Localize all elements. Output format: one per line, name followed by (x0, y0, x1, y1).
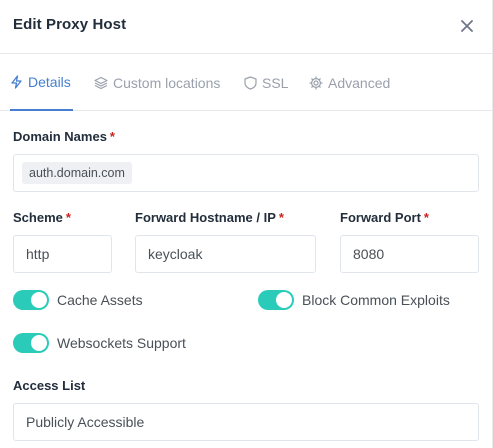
close-icon (461, 20, 473, 32)
modal-header: Edit Proxy Host (0, 0, 492, 54)
shield-icon (244, 75, 257, 90)
access-list-label-text: Access List (13, 378, 86, 393)
tab-advanced-label: Advanced (328, 74, 391, 91)
domain-names-label-text: Domain Names (13, 129, 107, 144)
required-marker: * (278, 210, 284, 225)
access-list-select[interactable]: Publicly Accessible (13, 403, 479, 441)
required-marker: * (423, 210, 429, 225)
scheme-value: http (26, 246, 50, 262)
forward-hostname-value: keycloak (148, 246, 203, 262)
forward-port-label-text: Forward Port (340, 210, 421, 225)
toggle-knob (31, 292, 47, 308)
domain-chip[interactable]: auth.domain.com (22, 162, 132, 184)
toggle-switch[interactable] (13, 290, 49, 310)
forward-hostname-input[interactable]: keycloak (135, 235, 316, 273)
forward-hostname-label-text: Forward Hostname / IP (135, 210, 276, 225)
access-list-label: Access List (13, 378, 85, 393)
tab-advanced[interactable]: Advanced (309, 54, 390, 111)
tab-custom-locations-label: Custom locations (113, 74, 221, 91)
cache-assets-label: Cache Assets (57, 292, 143, 308)
forward-port-value: 8080 (353, 246, 385, 262)
tab-bar: Details Custom locations SSL Advanced (0, 54, 492, 111)
layers-icon (94, 76, 108, 89)
forward-hostname-label: Forward Hostname / IP * (135, 210, 284, 225)
websockets-toggle[interactable]: Websockets Support (13, 333, 186, 353)
close-button[interactable] (456, 15, 478, 37)
tab-details[interactable]: Details (10, 54, 73, 111)
scheme-label: Scheme * (13, 210, 71, 225)
required-marker: * (109, 129, 115, 144)
scheme-label-text: Scheme (13, 210, 63, 225)
forward-port-input[interactable]: 8080 (340, 235, 479, 273)
toggle-switch[interactable] (258, 290, 294, 310)
access-list-value: Publicly Accessible (26, 414, 145, 430)
websockets-label: Websockets Support (57, 335, 186, 351)
cache-assets-toggle[interactable]: Cache Assets (13, 290, 143, 310)
domain-names-label: Domain Names * (13, 129, 115, 144)
tab-ssl[interactable]: SSL (244, 54, 288, 111)
modal-title: Edit Proxy Host (13, 16, 127, 33)
toggle-switch[interactable] (13, 333, 49, 353)
tab-ssl-label: SSL (262, 74, 289, 91)
block-exploits-toggle[interactable]: Block Common Exploits (258, 290, 450, 310)
tab-details-label: Details (28, 73, 71, 90)
tab-custom-locations[interactable]: Custom locations (94, 54, 220, 111)
scheme-select[interactable]: http (13, 235, 112, 273)
lightning-icon (11, 74, 22, 89)
required-marker: * (65, 210, 71, 225)
domain-names-input[interactable]: auth.domain.com (13, 154, 479, 192)
gear-icon (309, 75, 323, 90)
forward-port-label: Forward Port * (340, 210, 429, 225)
toggle-knob (276, 292, 292, 308)
block-exploits-label: Block Common Exploits (302, 292, 450, 308)
edit-proxy-host-modal: Edit Proxy Host Details Custom locations (0, 0, 493, 448)
toggle-knob (31, 335, 47, 351)
